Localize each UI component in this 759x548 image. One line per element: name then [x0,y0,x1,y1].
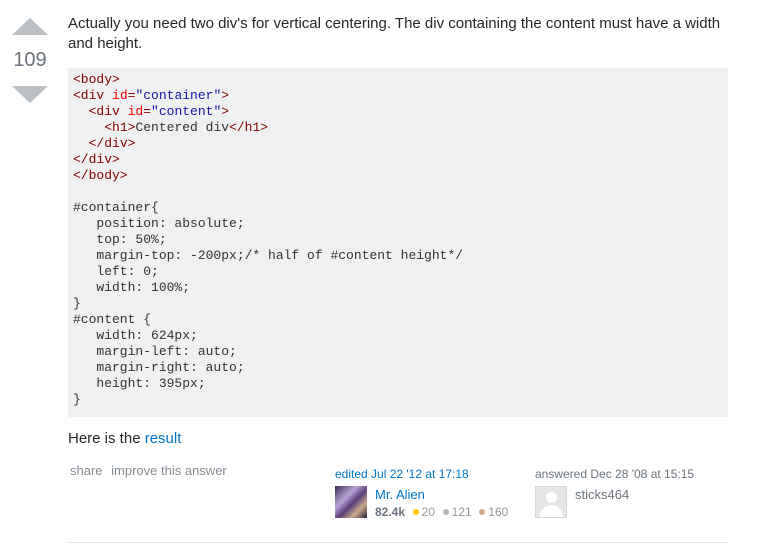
editor-user-row: Mr. Alien 82.4k 20 121 160 [335,486,508,521]
code-line: #container{ [73,200,159,215]
code-line: } [73,392,81,407]
silver-badge: 121 [442,505,472,519]
gold-badge: 20 [412,505,436,519]
code-line: margin-top: -200px;/* half of #content h… [73,248,463,263]
result-prefix: Here is the [68,430,145,447]
code-token: > [221,104,230,119]
code-token: width: 100%; [73,280,191,295]
code-token: "container" [135,88,222,103]
code-token: = [143,104,152,119]
code-line: </div> [73,136,136,151]
code-token: "content" [151,104,222,119]
code-block: <body> <div id="container"> <div id="con… [68,68,728,417]
improve-answer-link[interactable]: improve this answer [111,463,227,478]
post-menu: share improve this answer [70,463,232,478]
code-line: <body> [73,72,120,87]
owner-avatar[interactable] [535,486,567,518]
result-link[interactable]: result [145,430,182,447]
editor-name-link[interactable]: Mr. Alien [375,487,425,502]
code-line: <div id="container"> [73,88,229,103]
code-line: height: 395px; [73,376,206,391]
code-token: id [127,104,144,119]
gold-badge-icon [412,509,419,515]
code-token: margin-right: auto; [73,360,245,375]
vote-count: 109 [13,49,47,71]
code-token: <h1> [104,120,136,135]
result-line: Here is the result [68,429,728,449]
gold-badge-count: 20 [421,505,436,519]
editor-reputation: 82.4k [375,505,406,519]
code-token: > [221,88,230,103]
share-link[interactable]: share [70,463,103,478]
code-token: id [112,88,128,103]
code-token: Centered div [135,120,230,135]
downvote-arrow-icon[interactable] [12,86,48,103]
code-line: left: 0; [73,264,159,279]
owner-user-row: sticks464 [535,486,694,518]
code-line: </body> [73,168,128,183]
code-token: <div [88,104,128,119]
code-token: <body> [73,72,120,87]
answered-timestamp: answered Dec 28 '08 at 15:15 [535,467,695,481]
code-line: width: 624px; [73,328,198,343]
silver-badge-count: 121 [451,505,472,519]
code-token: margin-left: auto; [73,344,237,359]
upvote-arrow-icon[interactable] [12,18,48,35]
code-token: #container{ [73,200,159,215]
code-line: } [73,296,81,311]
code-line: </div> [73,152,120,167]
code-token: </h1> [229,120,269,135]
code-line: margin-right: auto; [73,360,245,375]
bronze-badge: 160 [479,505,508,519]
silver-badge-icon [442,509,449,515]
editor-avatar[interactable] [335,486,367,518]
bronze-badge-count: 160 [488,505,509,519]
code-token: </div> [88,136,136,151]
answer-intro-text: Actually you need two div's for vertical… [68,15,721,52]
code-token: position: absolute; [73,216,245,231]
answer-divider [68,542,728,543]
code-token: left: 0; [73,264,159,279]
code-token: <div [73,88,113,103]
code-line: position: absolute; [73,216,245,231]
code-line: #content { [73,312,151,327]
code-line: width: 100%; [73,280,190,295]
code-token: </body> [73,168,128,183]
code-token: height: 395px; [73,376,206,391]
code-token: } [73,296,81,311]
code-token: } [73,392,81,407]
owner-signature: answered Dec 28 '08 at 15:15 sticks464 [535,467,694,518]
owner-details: sticks464 [575,486,629,518]
code-line: top: 50%; [73,232,167,247]
vote-cell: 109 [12,18,48,103]
editor-signature: edited Jul 22 '12 at 17:18 Mr. Alien 82.… [335,467,508,521]
bronze-badge-icon [479,509,486,515]
code-token: top: 50%; [73,232,167,247]
code-line: <h1>Centered div</h1> [73,120,268,135]
owner-name: sticks464 [575,487,630,502]
code-token: margin-top: -200px;/* half of #content h… [73,248,464,263]
editor-details: Mr. Alien 82.4k 20 121 160 [375,486,508,521]
answer-body: Actually you need two div's for vertical… [68,14,728,449]
code-line: margin-left: auto; [73,344,237,359]
code-token: #content { [73,312,152,327]
edited-timestamp-link[interactable]: edited Jul 22 '12 at 17:18 [335,467,469,481]
avatar-head-icon [546,492,557,503]
code-line: <div id="content"> [73,104,229,119]
code-token: </div> [73,152,120,167]
avatar-body-icon [540,505,563,517]
code-token: width: 624px; [73,328,198,343]
